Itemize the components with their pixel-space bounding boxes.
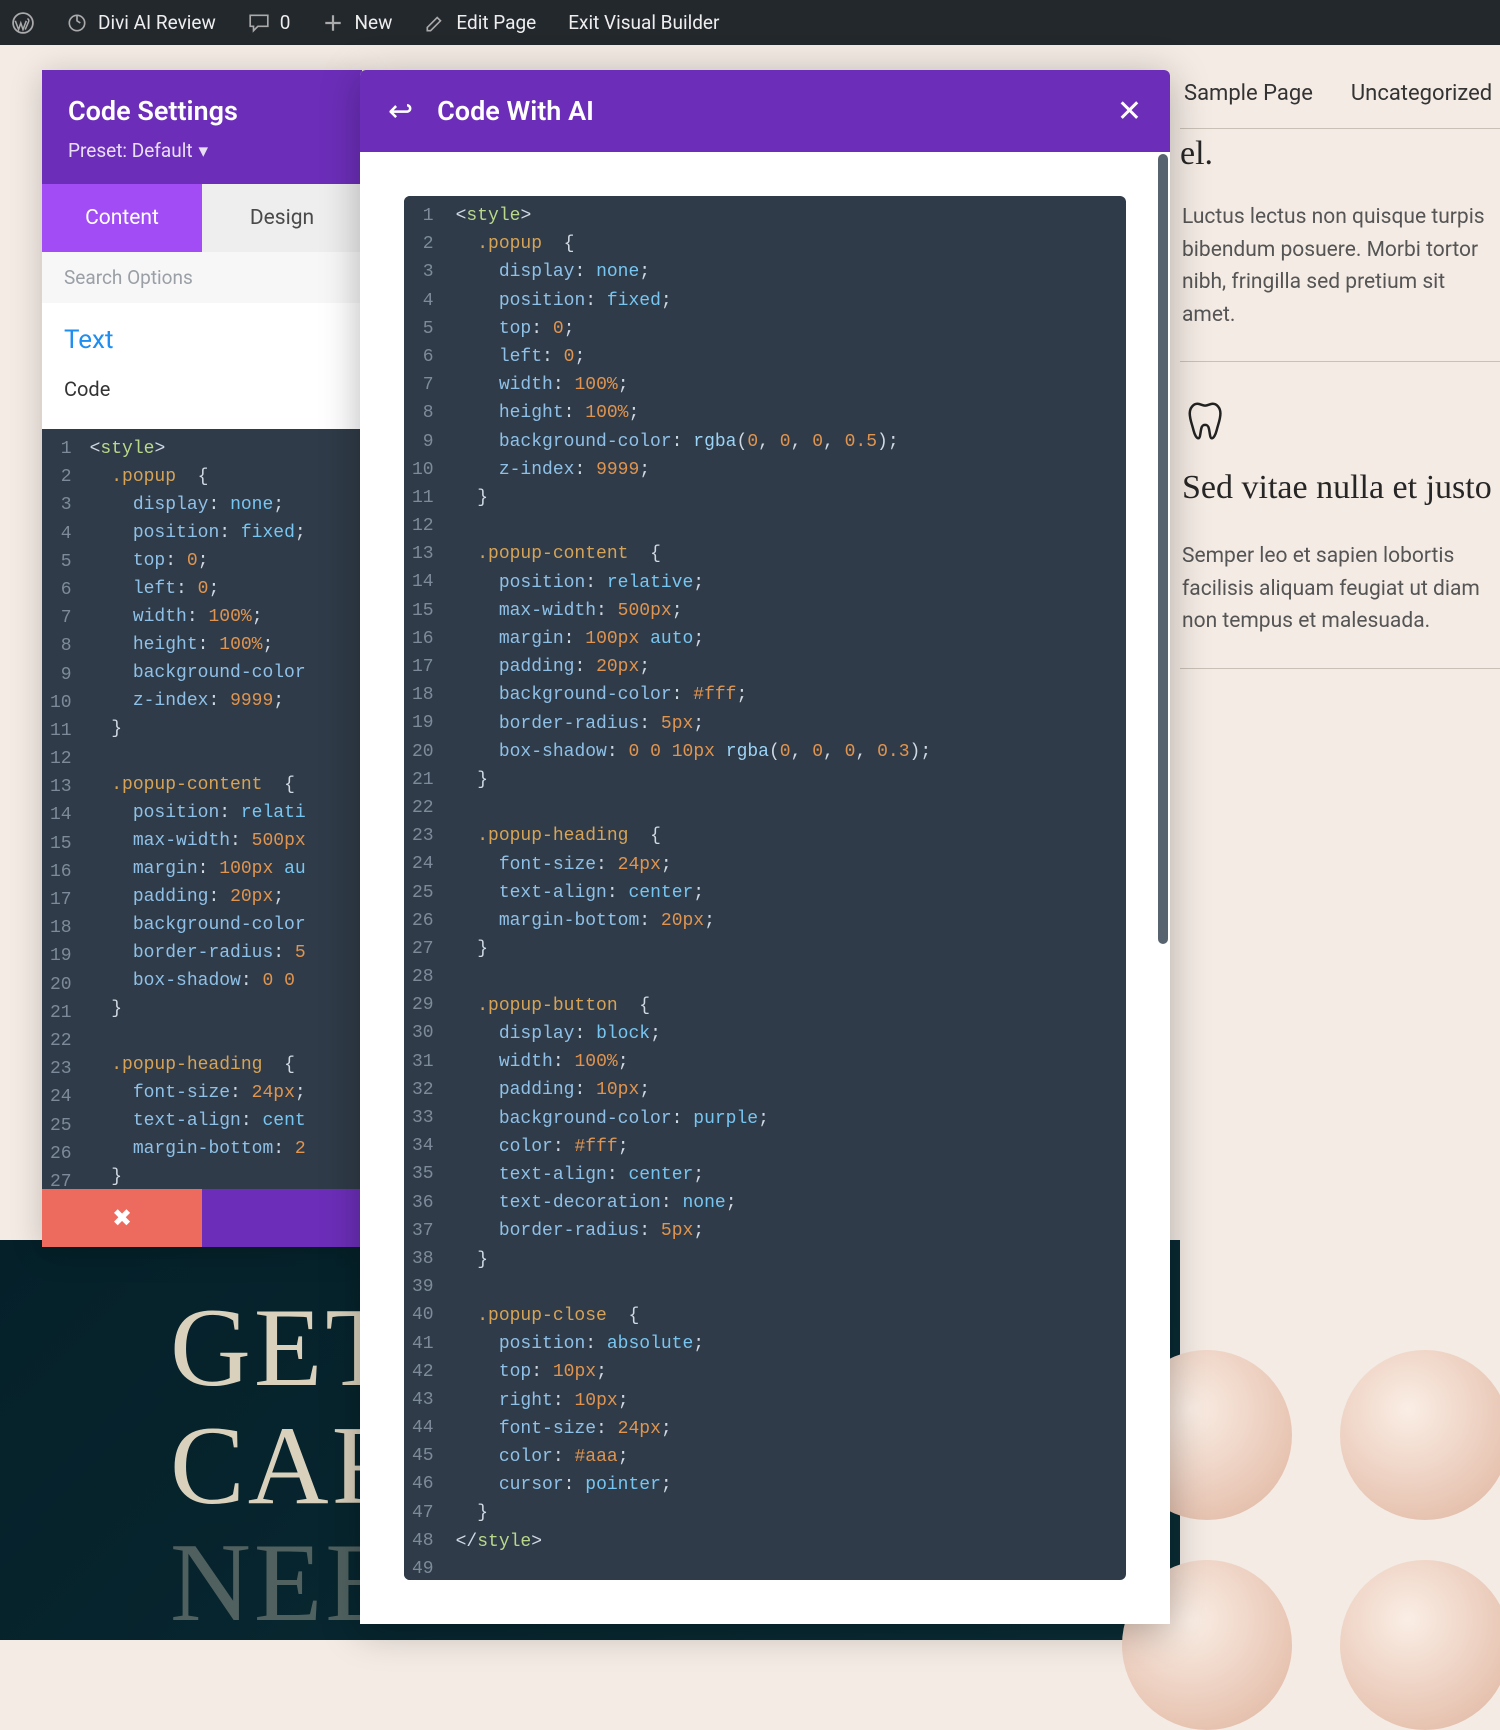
settings-header: Code Settings Preset: Default▾ bbox=[42, 70, 362, 184]
comments[interactable]: 0 bbox=[248, 11, 291, 34]
cancel-button[interactable]: ✖ bbox=[42, 1189, 202, 1247]
right-column: Sample Page Uncategorized el. Luctus lec… bbox=[1180, 45, 1500, 669]
code-with-ai-panel: ↩ Code With AI ✕ 12345678910111213141516… bbox=[360, 70, 1170, 1624]
wp-logo[interactable] bbox=[12, 12, 34, 34]
top-nav: Sample Page Uncategorized bbox=[1180, 69, 1500, 128]
decor-circle bbox=[1340, 1350, 1500, 1520]
back-button[interactable]: ↩ bbox=[388, 94, 413, 129]
widget2-body: Semper leo et sapien lobortis facilisis … bbox=[1182, 540, 1498, 638]
code-editor-left[interactable]: 1234567891011121314151617181920212223242… bbox=[42, 429, 362, 1189]
search-placeholder: Search Options bbox=[64, 266, 193, 289]
widget-heading-frag: el. bbox=[1180, 128, 1500, 173]
edit-page-label: Edit Page bbox=[456, 11, 536, 34]
code-editor-ai[interactable]: 1234567891011121314151617181920212223242… bbox=[404, 196, 1126, 1580]
ai-header: ↩ Code With AI ✕ bbox=[360, 70, 1170, 152]
close-icon: ✖ bbox=[112, 1204, 132, 1232]
wp-admin-bar: Divi AI Review 0 New Edit Page Exit Visu… bbox=[0, 0, 1500, 45]
ai-title: Code With AI bbox=[437, 95, 594, 127]
tooth-icon bbox=[1182, 396, 1232, 446]
nav-sample-page[interactable]: Sample Page bbox=[1184, 81, 1313, 106]
site-title-label: Divi AI Review bbox=[98, 11, 216, 34]
settings-footer: ✖ bbox=[42, 1189, 362, 1247]
comments-count: 0 bbox=[280, 11, 291, 34]
widget2: Sed vitae nulla et justo Semper leo et s… bbox=[1180, 361, 1500, 668]
chevron-down-icon: ▾ bbox=[199, 139, 209, 162]
widget2-title: Sed vitae nulla et justo bbox=[1182, 466, 1498, 510]
scrollbar[interactable] bbox=[1158, 154, 1168, 944]
nav-uncategorized[interactable]: Uncategorized bbox=[1351, 81, 1492, 106]
section-text[interactable]: Text bbox=[64, 325, 340, 355]
close-button[interactable]: ✕ bbox=[1117, 94, 1142, 129]
settings-title: Code Settings bbox=[68, 95, 336, 127]
tab-content[interactable]: Content bbox=[42, 184, 202, 252]
exit-vb-label: Exit Visual Builder bbox=[568, 11, 719, 34]
settings-tabs: Content Design bbox=[42, 184, 362, 252]
preset-selector[interactable]: Preset: Default▾ bbox=[68, 139, 336, 162]
search-input[interactable]: Search Options bbox=[42, 252, 362, 303]
edit-page[interactable]: Edit Page bbox=[424, 11, 536, 34]
field-code-label: Code bbox=[64, 377, 340, 401]
tab-design[interactable]: Design bbox=[202, 184, 362, 252]
widget1-body: Luctus lectus non quisque turpis bibendu… bbox=[1182, 201, 1498, 331]
new-label: New bbox=[354, 11, 392, 34]
code-settings-panel: Code Settings Preset: Default▾ Content D… bbox=[42, 70, 362, 1247]
site-title[interactable]: Divi AI Review bbox=[66, 11, 216, 34]
accept-button[interactable] bbox=[202, 1189, 362, 1247]
exit-visual-builder[interactable]: Exit Visual Builder bbox=[568, 11, 719, 34]
new[interactable]: New bbox=[322, 11, 392, 34]
decor-circle bbox=[1340, 1560, 1500, 1730]
